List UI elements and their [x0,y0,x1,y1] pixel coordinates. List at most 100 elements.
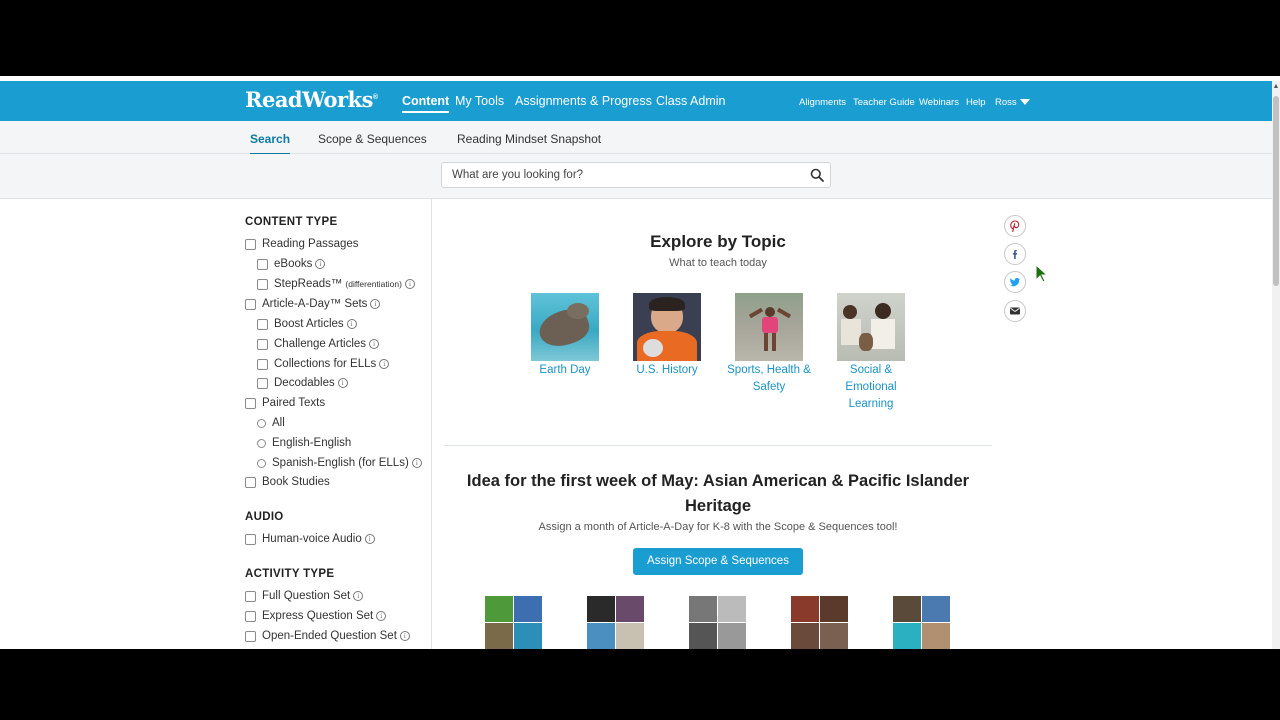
twitter-icon [1010,278,1020,287]
filter-note: (differentiation) [345,279,402,289]
checkbox[interactable] [245,397,256,409]
info-icon[interactable]: i [337,378,348,388]
search-input[interactable] [452,167,792,183]
filter-challenge-articles[interactable]: Challenge Articles i [257,338,380,350]
filter-human-voice-audio[interactable]: Human-voice Audio i [245,533,375,545]
nav-webinars[interactable]: Webinars [919,97,959,108]
tab-reading-mindset[interactable]: Reading Mindset Snapshot [457,132,601,146]
main-content: Explore by Topic What to teach today Ear… [432,199,1272,649]
scroll-up-icon[interactable]: ▲ [1272,83,1280,91]
info-icon[interactable]: i [379,359,390,369]
checkbox[interactable] [257,377,268,389]
checkbox[interactable] [257,338,268,350]
checkbox[interactable] [257,358,268,370]
topic-image[interactable] [633,293,701,361]
nav-alignments[interactable]: Alignments [799,97,846,108]
filter-label: Collections for ELLs [274,358,377,370]
filter-open-ended-question-set[interactable]: Open-Ended Question Set i [245,630,410,642]
topic-label[interactable]: U.S. History [622,362,712,379]
collage-thumbnail[interactable] [689,596,746,649]
search-icon[interactable] [810,168,824,182]
checkbox[interactable] [245,610,256,622]
filter-stepreads[interactable]: StepReads™ (differentiation) i [257,278,415,290]
filter-label: All [272,417,285,429]
facebook-share-button[interactable] [1004,243,1026,265]
topic-image[interactable] [531,293,599,361]
collage-thumbnail[interactable] [893,596,950,649]
info-icon[interactable]: i [411,458,422,468]
radio-button[interactable] [257,438,266,448]
topic-label[interactable]: Social & Emotional Learning [826,362,916,413]
tab-search[interactable]: Search [250,132,291,155]
info-icon[interactable]: i [399,631,410,641]
filter-collections-ells[interactable]: Collections for ELLs i [257,358,390,370]
user-name: Ross [995,97,1017,108]
nav-my-tools[interactable]: My Tools [455,94,504,108]
checkbox[interactable] [257,278,268,290]
checkbox[interactable] [257,258,268,270]
topic-us-history[interactable]: U.S. History [622,293,712,379]
filter-decodables[interactable]: Decodables i [257,377,348,389]
radio-spanish-english[interactable]: Spanish-English (for ELLs) i [257,457,422,469]
info-icon[interactable]: i [353,591,364,601]
topic-sports-health-safety[interactable]: Sports, Health & Safety [724,293,814,396]
assign-scope-sequences-button[interactable]: Assign Scope & Sequences [633,548,803,575]
radio-english-english[interactable]: English-English [257,437,351,449]
explore-title: Explore by Topic [650,232,786,251]
info-icon[interactable]: i [370,299,381,309]
filter-reading-passages[interactable]: Reading Passages [245,238,359,250]
filter-label: StepReads™ [274,278,343,290]
filter-sidebar: CONTENT TYPE Reading Passages eBooks i St… [0,199,432,649]
filter-paired-texts[interactable]: Paired Texts [245,397,325,409]
radio-button[interactable] [257,418,266,428]
checkbox[interactable] [245,298,256,310]
radio-paired-all[interactable]: All [257,417,285,429]
nav-content[interactable]: Content [402,94,450,113]
nav-class-admin[interactable]: Class Admin [656,94,725,108]
topic-label[interactable]: Sports, Health & Safety [724,362,814,396]
checkbox[interactable] [257,318,268,330]
collage-thumbnail[interactable] [587,596,644,649]
info-icon[interactable]: i [404,279,415,289]
checkbox[interactable] [245,238,256,250]
user-menu[interactable]: Ross [995,97,1030,108]
checkbox[interactable] [245,533,256,545]
filter-book-studies[interactable]: Book Studies [245,476,330,488]
pinterest-share-button[interactable] [1004,215,1026,237]
tab-scope-sequences[interactable]: Scope & Sequences [318,132,427,146]
info-icon[interactable]: i [376,611,387,621]
checkbox[interactable] [245,630,256,642]
collage-thumbnail[interactable] [791,596,848,649]
idea-title: Idea for the first week of May: Asian Am… [466,472,970,515]
nav-teacher-guide[interactable]: Teacher Guide [853,97,915,108]
topic-earth-day[interactable]: Earth Day [520,293,610,379]
checkbox[interactable] [245,590,256,602]
checkbox[interactable] [245,476,256,488]
topic-label[interactable]: Earth Day [520,362,610,379]
filter-ebooks[interactable]: eBooks i [257,258,326,270]
filter-article-a-day[interactable]: Article-A-Day™ Sets i [245,298,381,310]
scrollbar-thumb[interactable] [1273,96,1279,286]
info-icon[interactable]: i [364,534,375,544]
email-share-button[interactable] [1004,300,1026,322]
filter-boost-articles[interactable]: Boost Articles i [257,318,357,330]
info-icon[interactable]: i [315,259,326,269]
section-divider [444,445,992,446]
filter-label: Challenge Articles [274,338,367,350]
filter-label: eBooks [274,258,313,270]
info-icon[interactable]: i [346,319,357,329]
filter-express-question-set[interactable]: Express Question Set i [245,610,387,622]
readworks-logo[interactable]: ReadWorks® [245,87,378,112]
audio-title: AUDIO [245,511,284,523]
info-icon[interactable]: i [369,339,380,349]
facebook-icon [1013,250,1018,259]
radio-button[interactable] [257,458,266,468]
collage-thumbnail[interactable] [485,596,542,649]
twitter-share-button[interactable] [1004,271,1026,293]
nav-help[interactable]: Help [966,97,986,108]
topic-image[interactable] [837,293,905,361]
topic-image[interactable] [735,293,803,361]
topic-social-emotional-learning[interactable]: Social & Emotional Learning [826,293,916,413]
nav-assignments-progress[interactable]: Assignments & Progress [515,94,652,108]
filter-full-question-set[interactable]: Full Question Set i [245,590,364,602]
